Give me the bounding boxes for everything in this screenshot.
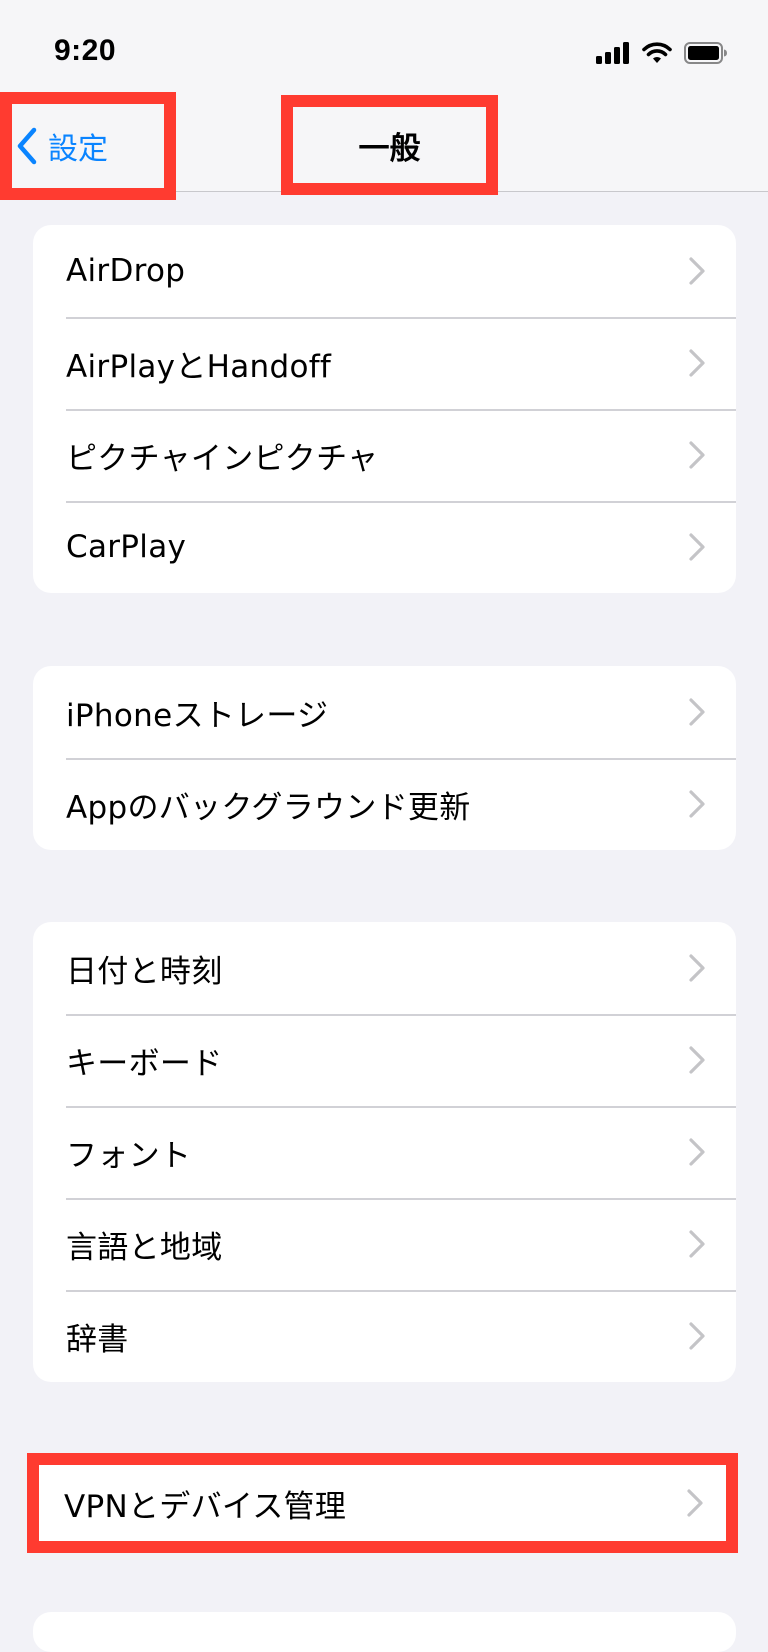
- settings-row-date-time[interactable]: 日付と時刻: [33, 922, 736, 1014]
- row-label: iPhoneストレージ: [66, 697, 329, 734]
- back-button[interactable]: 設定: [0, 92, 176, 200]
- chevron-right-icon: [687, 1489, 703, 1517]
- settings-row-carplay[interactable]: CarPlay: [33, 501, 736, 593]
- settings-row-iphone-storage[interactable]: iPhoneストレージ: [33, 666, 736, 758]
- chevron-right-icon: [689, 349, 705, 377]
- chevron-right-icon: [689, 1322, 705, 1350]
- row-label: AirPlayとHandoff: [66, 348, 332, 385]
- settings-group-next: [33, 1612, 736, 1652]
- chevron-left-icon: [17, 127, 37, 165]
- signal-icon: [596, 42, 629, 64]
- chevron-right-icon: [689, 257, 705, 285]
- row-label: フォント: [66, 1137, 192, 1174]
- chevron-right-icon: [689, 1046, 705, 1074]
- row-label: AirDrop: [66, 253, 186, 289]
- navigation-bar: 設定 一般: [0, 92, 768, 200]
- settings-row-background-app-refresh[interactable]: Appのバックグラウンド更新: [33, 758, 736, 850]
- settings-row-keyboard[interactable]: キーボード: [33, 1014, 736, 1106]
- settings-row-language-region[interactable]: 言語と地域: [33, 1198, 736, 1290]
- settings-group-locale: 日付と時刻 キーボード フォント 言語と地域 辞書: [33, 922, 736, 1382]
- row-label: 言語と地域: [66, 1229, 223, 1266]
- page-title: 一般: [281, 95, 498, 195]
- chevron-right-icon: [689, 954, 705, 982]
- chevron-right-icon: [689, 698, 705, 726]
- row-label: CarPlay: [66, 529, 187, 565]
- settings-row-dictionary[interactable]: 辞書: [33, 1290, 736, 1382]
- settings-row-fonts[interactable]: フォント: [33, 1106, 736, 1198]
- chevron-right-icon: [689, 790, 705, 818]
- row-label: キーボード: [66, 1045, 223, 1082]
- status-icons: [596, 42, 728, 64]
- settings-group-connectivity: AirDrop AirPlayとHandoff ピクチャインピクチャ CarPl…: [33, 225, 736, 593]
- status-time: 9:20: [54, 34, 117, 67]
- chevron-right-icon: [689, 1230, 705, 1258]
- status-bar: 9:20: [0, 0, 768, 95]
- battery-icon: [684, 42, 727, 64]
- row-label: Appのバックグラウンド更新: [66, 789, 471, 826]
- settings-row-vpn-device-management[interactable]: VPNとデバイス管理: [27, 1453, 738, 1553]
- row-label: ピクチャインピクチャ: [66, 440, 379, 477]
- settings-row-airdrop[interactable]: AirDrop: [33, 225, 736, 317]
- chevron-right-icon: [689, 441, 705, 469]
- settings-row-airplay-handoff[interactable]: AirPlayとHandoff: [33, 317, 736, 409]
- row-label: VPNとデバイス管理: [64, 1488, 347, 1525]
- row-label: 日付と時刻: [66, 953, 223, 990]
- settings-group-storage: iPhoneストレージ Appのバックグラウンド更新: [33, 666, 736, 850]
- wifi-icon: [642, 42, 672, 63]
- chevron-right-icon: [689, 533, 705, 561]
- row-label: 辞書: [66, 1321, 129, 1358]
- back-button-label: 設定: [48, 132, 108, 167]
- settings-row-picture-in-picture[interactable]: ピクチャインピクチャ: [33, 409, 736, 501]
- chevron-right-icon: [689, 1138, 705, 1166]
